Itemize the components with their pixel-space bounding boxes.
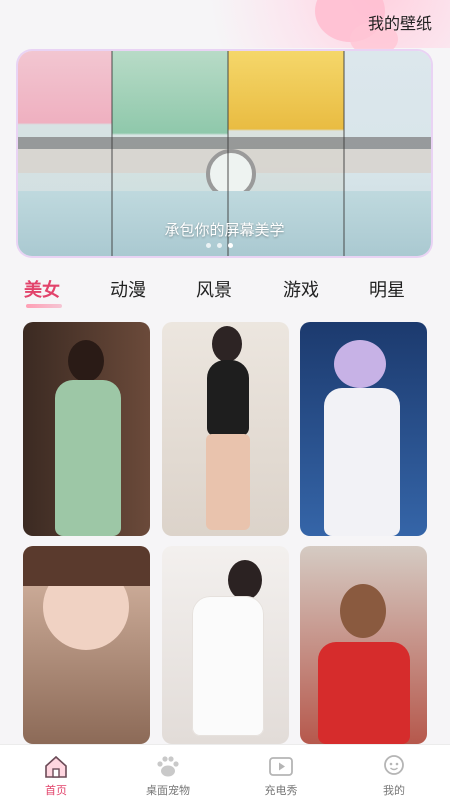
photo-subject bbox=[334, 340, 386, 388]
tab-scenery[interactable]: 风景 bbox=[196, 276, 232, 302]
top-bar: 我的壁纸 bbox=[0, 0, 450, 56]
nav-label: 充电秀 bbox=[264, 784, 298, 797]
bottom-navigation: 首页 桌面宠物 充电秀 我的 bbox=[0, 744, 450, 801]
carousel-dot-active[interactable] bbox=[228, 243, 233, 248]
photo-subject bbox=[228, 560, 262, 600]
wallpaper-card[interactable] bbox=[162, 546, 289, 744]
wallpaper-card[interactable] bbox=[300, 546, 427, 744]
nav-charging-show[interactable]: 充电秀 bbox=[225, 745, 337, 801]
home-icon bbox=[45, 755, 67, 778]
category-tabs: 美女 动漫 风景 游戏 明星 bbox=[0, 276, 450, 306]
paw-icon bbox=[157, 756, 179, 777]
photo-subject bbox=[68, 340, 104, 382]
active-tab-indicator bbox=[26, 304, 62, 308]
user-icon bbox=[384, 755, 404, 775]
banner-roof bbox=[18, 137, 431, 149]
wallpaper-card[interactable] bbox=[23, 546, 150, 744]
banner-caption: 承包你的屏幕美学 bbox=[164, 221, 285, 239]
nav-profile[interactable]: 我的 bbox=[338, 745, 450, 801]
video-play-icon bbox=[269, 757, 293, 776]
photo-subject bbox=[212, 326, 242, 362]
nav-label: 首页 bbox=[45, 784, 67, 797]
tab-beauty[interactable]: 美女 bbox=[24, 276, 60, 302]
nav-desktop-pet[interactable]: 桌面宠物 bbox=[112, 745, 224, 801]
carousel-dots[interactable] bbox=[206, 243, 233, 248]
tab-games[interactable]: 游戏 bbox=[283, 276, 319, 302]
photo-subject bbox=[23, 546, 150, 586]
wallpaper-card[interactable] bbox=[23, 322, 150, 536]
nav-home[interactable]: 首页 bbox=[0, 745, 112, 801]
photo-subject bbox=[207, 360, 249, 436]
wallpaper-card[interactable] bbox=[300, 322, 427, 536]
carousel-dot[interactable] bbox=[206, 243, 211, 248]
page-title: 我的壁纸 bbox=[367, 14, 432, 33]
photo-subject bbox=[324, 388, 400, 536]
photo-subject bbox=[192, 596, 264, 736]
nav-label: 我的 bbox=[383, 784, 405, 797]
tab-anime[interactable]: 动漫 bbox=[110, 276, 146, 302]
nav-label: 桌面宠物 bbox=[146, 784, 190, 797]
photo-subject bbox=[206, 434, 250, 530]
photo-subject bbox=[55, 380, 121, 536]
banner-carousel[interactable]: 承包你的屏幕美学 bbox=[18, 51, 431, 256]
carousel-dot[interactable] bbox=[217, 243, 222, 248]
photo-subject bbox=[340, 584, 386, 638]
photo-subject bbox=[318, 642, 410, 744]
tab-celebrities[interactable]: 明星 bbox=[369, 276, 405, 302]
wallpaper-card[interactable] bbox=[162, 322, 289, 536]
